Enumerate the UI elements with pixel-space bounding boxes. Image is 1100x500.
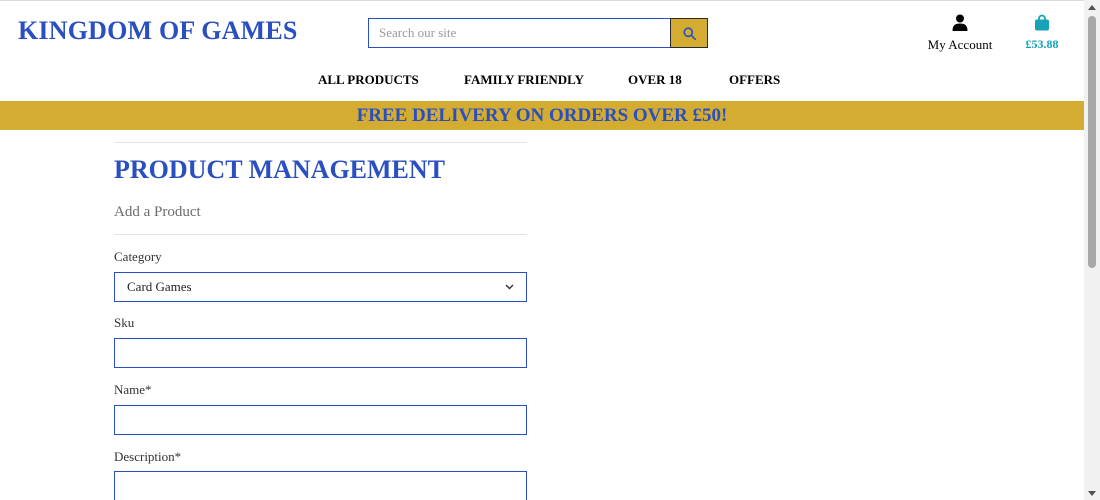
description-textarea[interactable] [114,471,527,500]
search-icon [682,26,696,40]
nav-offers[interactable]: OFFERS [729,72,780,88]
name-input[interactable] [114,405,527,435]
nav-over-18[interactable]: OVER 18 [628,72,682,88]
shopping-bag-link[interactable]: £53.88 [1018,14,1066,52]
page-title: PRODUCT MANAGEMENT [114,155,446,184]
site-logo-link[interactable]: KINGDOM OF GAMES [18,16,298,46]
nav-family-friendly[interactable]: FAMILY FRIENDLY [464,72,584,88]
divider [114,142,527,143]
chevron-down-icon [505,284,514,290]
scrollbar-thumb[interactable] [1088,16,1096,268]
scroll-down-arrow-icon[interactable] [1084,486,1100,500]
shopping-bag-icon [1035,14,1049,31]
scroll-up-arrow-icon[interactable] [1084,0,1100,14]
my-account-link[interactable]: My Account [924,14,996,53]
delivery-banner: FREE DELIVERY ON ORDERS OVER £50! [0,101,1084,130]
name-label: Name* [114,382,152,397]
description-label: Description* [114,449,182,464]
bag-total: £53.88 [1025,37,1059,51]
search-input[interactable] [368,18,670,48]
top-divider [0,0,1084,1]
category-label: Category [114,249,162,264]
vertical-scrollbar[interactable] [1084,0,1100,500]
user-icon [952,14,968,31]
sku-input[interactable] [114,338,527,368]
divider [114,234,527,235]
category-select[interactable]: Card Games [114,272,527,302]
page: KINGDOM OF GAMES My Account £53.88 ALL P… [0,0,1100,500]
my-account-label: My Account [927,37,993,52]
category-selected-value: Card Games [127,279,192,294]
sku-label: Sku [114,315,135,330]
nav-all-products[interactable]: ALL PRODUCTS [318,72,419,88]
search-form [368,18,708,48]
main-nav: ALL PRODUCTS FAMILY FRIENDLY OVER 18 OFF… [0,72,1084,88]
search-button[interactable] [670,18,708,48]
page-subtitle: Add a Product [114,204,201,220]
